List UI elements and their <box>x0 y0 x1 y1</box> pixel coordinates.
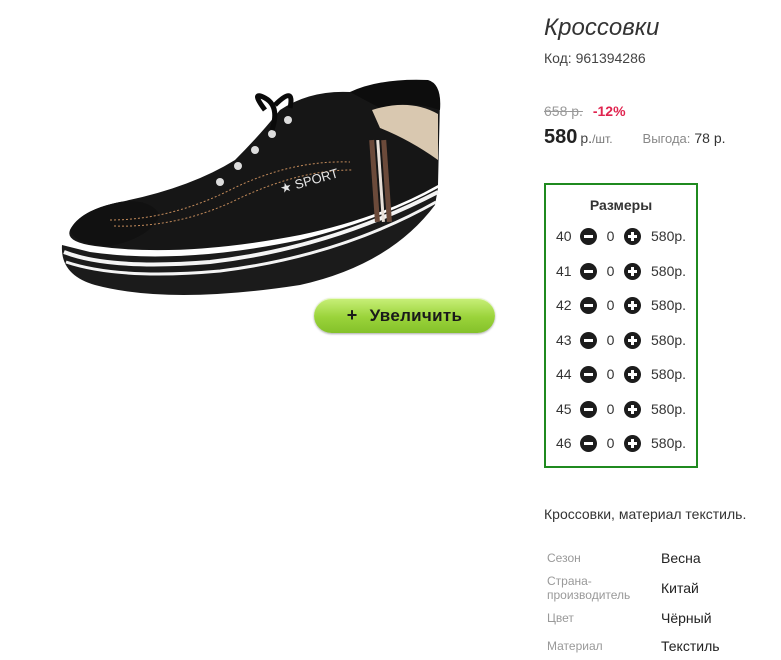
quantity-value: 0 <box>606 401 615 417</box>
size-price: 580р. <box>651 332 687 348</box>
product-image[interactable]: ★ SPORT <box>50 70 450 310</box>
minus-icon[interactable] <box>580 400 597 418</box>
size-label: 40 <box>556 228 572 244</box>
minus-icon[interactable] <box>580 331 597 349</box>
plus-circle-icon[interactable] <box>624 400 641 418</box>
plus-circle-icon[interactable] <box>624 365 641 383</box>
quantity-value: 0 <box>606 263 615 279</box>
minus-icon[interactable] <box>580 227 597 245</box>
minus-icon[interactable] <box>580 262 597 280</box>
product-code: Код: 961394286 <box>544 50 646 66</box>
zoom-button[interactable]: + Увеличить <box>314 298 495 333</box>
plus-icon: + <box>346 305 358 325</box>
price-currency: р./шт. <box>580 130 612 146</box>
saving-label: Выгода: <box>642 131 691 146</box>
quantity-value: 0 <box>606 297 615 313</box>
old-price-row: 658 р. -12% <box>544 103 626 119</box>
minus-icon[interactable] <box>580 296 597 314</box>
size-label: 45 <box>556 401 572 417</box>
size-price: 580р. <box>651 401 687 417</box>
minus-icon[interactable] <box>580 365 597 383</box>
size-row: 46 0 580р. <box>556 433 696 453</box>
product-page: ★ SPORT + Увеличить Кроссовки Код: 96139… <box>0 0 781 660</box>
plus-circle-icon[interactable] <box>624 296 641 314</box>
attribute-label: Страна-производитель <box>547 574 631 602</box>
size-price: 580р. <box>651 297 687 313</box>
plus-circle-icon[interactable] <box>624 262 641 280</box>
price-row: 580 р./шт. Выгода: 78 р. <box>544 126 726 149</box>
attribute-label: Цвет <box>547 611 574 625</box>
size-label: 43 <box>556 332 572 348</box>
size-row: 45 0 580р. <box>556 399 696 419</box>
attribute-label: Материал <box>547 639 603 653</box>
attribute-value: Текстиль <box>661 638 720 654</box>
size-row: 44 0 580р. <box>556 364 696 384</box>
size-row: 40 0 580р. <box>556 226 696 246</box>
sizes-title: Размеры <box>589 197 653 213</box>
quantity-value: 0 <box>606 332 615 348</box>
plus-circle-icon[interactable] <box>624 227 641 245</box>
size-label: 42 <box>556 297 572 313</box>
size-label: 41 <box>556 263 572 279</box>
quantity-value: 0 <box>606 366 615 382</box>
size-row: 41 0 580р. <box>556 261 696 281</box>
size-price: 580р. <box>651 366 687 382</box>
plus-circle-icon[interactable] <box>624 331 641 349</box>
sizes-panel: Размеры 40 0 580р. 41 0 580р. 42 0 580р.… <box>544 183 698 468</box>
attribute-label: Сезон <box>547 551 581 565</box>
zoom-button-label: Увеличить <box>369 305 463 325</box>
size-label: 44 <box>556 366 572 382</box>
sneaker-image: ★ SPORT <box>61 79 441 295</box>
quantity-value: 0 <box>606 435 615 451</box>
size-row: 43 0 580р. <box>556 330 696 350</box>
size-price: 580р. <box>651 228 687 244</box>
old-price: 658 р. <box>544 103 583 119</box>
size-price: 580р. <box>651 263 687 279</box>
product-title: Кроссовки <box>544 14 660 41</box>
attribute-value: Весна <box>661 550 701 566</box>
current-price: 580 <box>544 126 578 148</box>
product-description: Кроссовки, материал текстиль. <box>544 506 747 522</box>
attribute-value: Чёрный <box>661 610 712 626</box>
minus-icon[interactable] <box>580 434 597 452</box>
plus-circle-icon[interactable] <box>624 434 641 452</box>
size-label: 46 <box>556 435 572 451</box>
saving-value: 78 р. <box>694 130 726 146</box>
attribute-value: Китай <box>661 580 699 596</box>
quantity-value: 0 <box>606 228 615 244</box>
size-price: 580р. <box>651 435 687 451</box>
discount-badge: -12% <box>592 103 626 119</box>
currency-label: р. <box>580 130 593 146</box>
per-unit-label: /шт. <box>592 132 613 146</box>
size-row: 42 0 580р. <box>556 295 696 315</box>
